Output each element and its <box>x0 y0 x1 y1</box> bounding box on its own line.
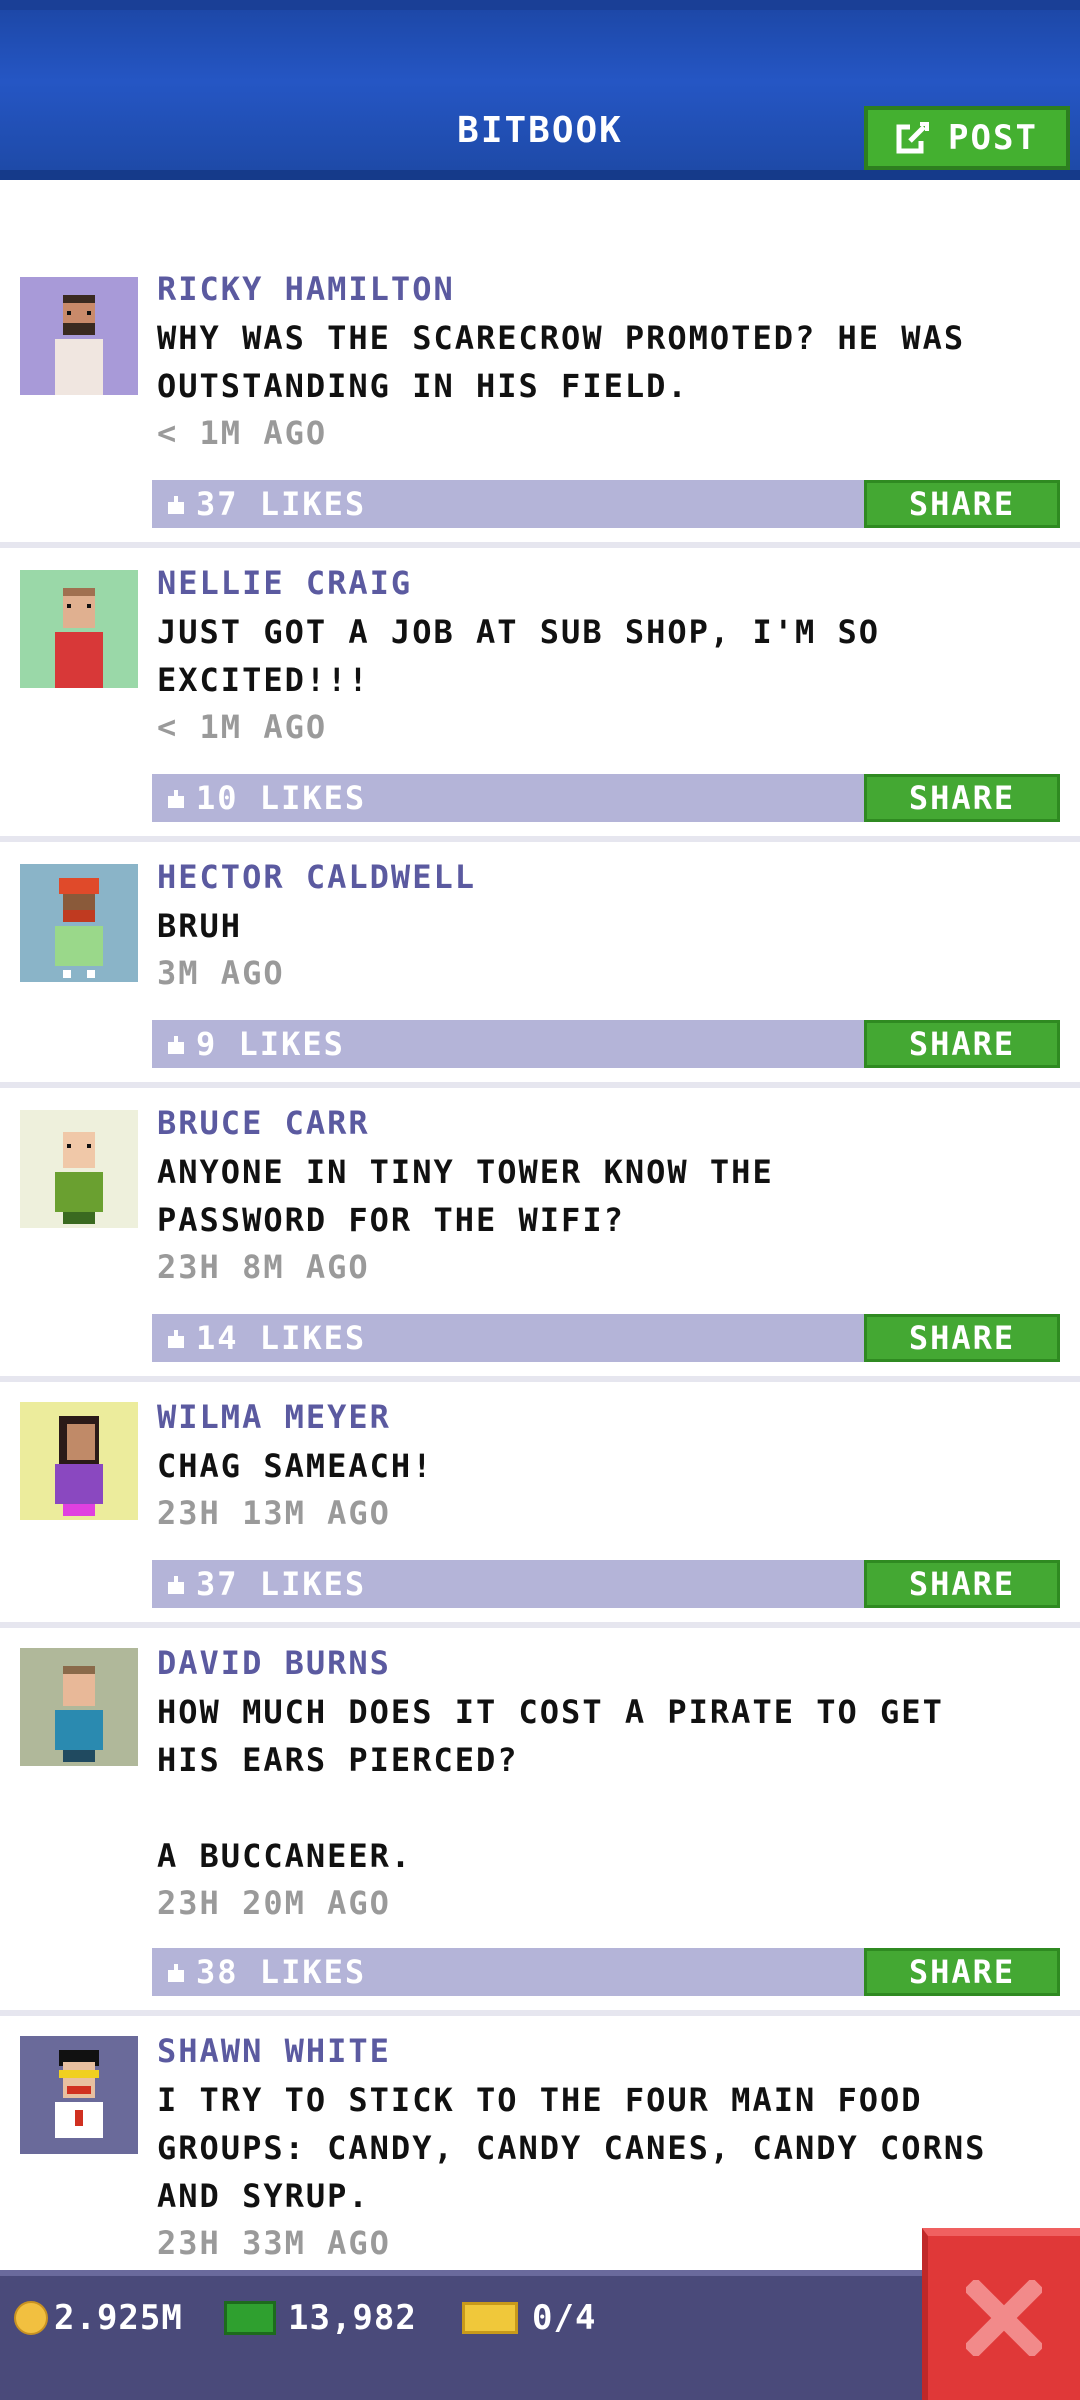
likes-count: 14 LIKES <box>196 1319 367 1357</box>
post-text: BRUH <box>157 907 243 945</box>
post-text: ANYONE IN TINY TOWER KNOW THE PASSWORD F… <box>157 1153 795 1239</box>
likes-count: 37 LIKES <box>196 1565 367 1603</box>
post-author[interactable]: SHAWN WHITE <box>157 2032 391 2070</box>
bux-stat: 13,982 <box>224 2298 417 2338</box>
tickets-value: 0/4 <box>532 2298 597 2338</box>
person-avatar-icon <box>55 1132 103 1224</box>
avatar[interactable] <box>20 1402 138 1520</box>
cash-icon <box>224 2301 276 2335</box>
post-time: < 1M AGO <box>157 414 328 452</box>
likes-bar[interactable]: 10 LIKES <box>152 774 864 822</box>
likes-bar[interactable]: 37 LIKES <box>152 1560 864 1608</box>
person-avatar-icon <box>55 295 103 395</box>
avatar[interactable] <box>20 277 138 395</box>
post-time: 23H 20M AGO <box>157 1884 391 1922</box>
share-button[interactable]: SHARE <box>864 1948 1060 1996</box>
coins-stat: 2.925M <box>14 2298 183 2338</box>
post-time: < 1M AGO <box>157 708 328 746</box>
post-button-label: POST <box>948 118 1038 158</box>
coins-value: 2.925M <box>54 2298 183 2338</box>
thumbs-up-icon <box>168 790 184 808</box>
share-button[interactable]: SHARE <box>864 1560 1060 1608</box>
share-button[interactable]: SHARE <box>864 1314 1060 1362</box>
avatar[interactable] <box>20 2036 138 2154</box>
post-time: 3M AGO <box>157 954 285 992</box>
bux-value: 13,982 <box>288 2298 417 2338</box>
person-avatar-icon <box>55 1416 103 1516</box>
thumbs-up-icon <box>168 1330 184 1348</box>
avatar[interactable] <box>20 1110 138 1228</box>
person-avatar-icon <box>55 2050 103 2138</box>
post-text: CHAG SAMEACH! <box>157 1447 434 1485</box>
avatar[interactable] <box>20 864 138 982</box>
tickets-stat: 0/4 <box>462 2298 596 2338</box>
thumbs-up-icon <box>168 1964 184 1982</box>
person-avatar-icon <box>55 1666 103 1762</box>
person-avatar-icon <box>55 878 103 978</box>
post-author[interactable]: BRUCE CARR <box>157 1104 370 1142</box>
likes-bar[interactable]: 38 LIKES <box>152 1948 864 1996</box>
post-time: 23H 13M AGO <box>157 1494 391 1532</box>
thumbs-up-icon <box>168 1036 184 1054</box>
post-text: HOW MUCH DOES IT COST A PIRATE TO GET HI… <box>157 1693 944 1875</box>
person-avatar-icon <box>55 588 103 688</box>
likes-bar[interactable]: 9 LIKES <box>152 1020 864 1068</box>
ticket-icon <box>462 2302 518 2334</box>
post-time: 23H 8M AGO <box>157 1248 370 1286</box>
post-text: I TRY TO STICK TO THE FOUR MAIN FOOD GRO… <box>157 2081 1008 2215</box>
thumbs-up-icon <box>168 496 184 514</box>
thumbs-up-icon <box>168 1576 184 1594</box>
share-button[interactable]: SHARE <box>864 774 1060 822</box>
post-author[interactable]: NELLIE CRAIG <box>157 564 412 602</box>
coin-icon <box>14 2301 48 2335</box>
likes-count: 9 LIKES <box>196 1025 345 1063</box>
post-button[interactable]: POST <box>864 106 1070 170</box>
share-button[interactable]: SHARE <box>864 480 1060 528</box>
feed-list[interactable]: RICKY HAMILTON WHY WAS THE SCARECROW PRO… <box>0 170 1080 2270</box>
currency-bar: 2.925M 13,982 0/4 <box>0 2270 1080 2400</box>
likes-count: 38 LIKES <box>196 1953 367 1991</box>
likes-bar[interactable]: 14 LIKES <box>152 1314 864 1362</box>
close-button[interactable] <box>922 2228 1080 2400</box>
likes-bar[interactable]: 37 LIKES <box>152 480 864 528</box>
post-time: 23H 33M AGO <box>157 2224 391 2262</box>
post-text: JUST GOT A JOB AT SUB SHOP, I'M SO EXCIT… <box>157 613 902 699</box>
app-header: BITBOOK POST <box>0 0 1080 180</box>
post-author[interactable]: HECTOR CALDWELL <box>157 858 476 896</box>
avatar[interactable] <box>20 1648 138 1766</box>
post-text: WHY WAS THE SCARECROW PROMOTED? HE WAS O… <box>157 319 987 405</box>
compose-icon <box>896 122 930 154</box>
post-author[interactable]: RICKY HAMILTON <box>157 270 455 308</box>
share-button[interactable]: SHARE <box>864 1020 1060 1068</box>
avatar[interactable] <box>20 570 138 688</box>
post-author[interactable]: WILMA MEYER <box>157 1398 391 1436</box>
likes-count: 10 LIKES <box>196 779 367 817</box>
post-author[interactable]: DAVID BURNS <box>157 1644 391 1682</box>
close-icon <box>966 2280 1042 2356</box>
likes-count: 37 LIKES <box>196 485 367 523</box>
